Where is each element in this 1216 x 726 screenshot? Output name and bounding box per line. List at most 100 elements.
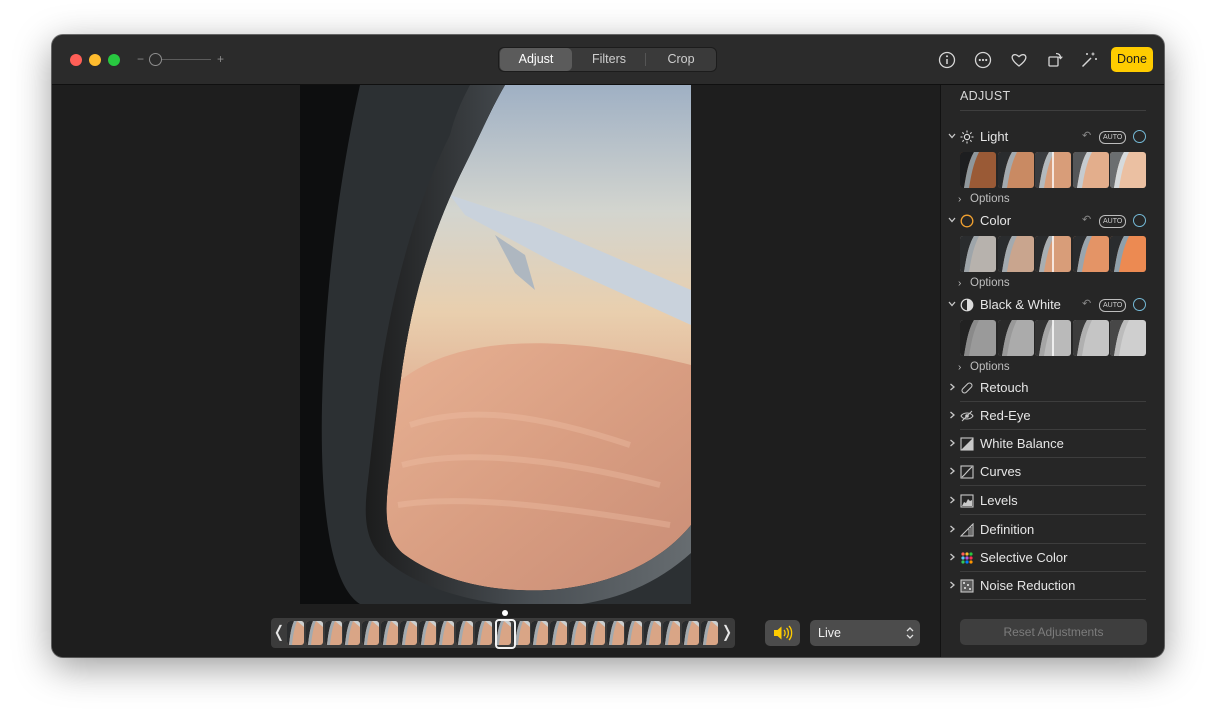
tool-white-balance-label: White Balance	[980, 436, 1064, 451]
zoom-knob[interactable]	[149, 53, 162, 66]
volume-button[interactable]	[765, 620, 800, 646]
section-light[interactable]: Light ↶ AUTO	[941, 127, 1164, 147]
enable-toggle[interactable]	[1133, 130, 1146, 143]
undo-icon[interactable]: ↶	[1082, 129, 1091, 142]
undo-icon[interactable]: ↶	[1082, 213, 1091, 226]
tool-definition[interactable]: Definition	[941, 516, 1164, 544]
sidebar-header: ADJUST	[960, 89, 1011, 103]
auto-button[interactable]: AUTO	[1099, 215, 1127, 228]
bw-thumb-2[interactable]	[997, 320, 1034, 356]
section-color[interactable]: Color ↶ AUTO	[941, 211, 1164, 231]
tab-crop[interactable]: Crop	[646, 48, 716, 71]
heart-icon[interactable]	[1009, 50, 1029, 70]
section-color-label: Color	[980, 213, 1012, 228]
tool-noise-reduction-label: Noise Reduction	[980, 578, 1076, 593]
tool-curves[interactable]: Curves	[941, 458, 1164, 486]
color-thumb-5[interactable]	[1110, 236, 1146, 272]
chevron-down-icon[interactable]	[947, 215, 957, 225]
chevron-down-icon[interactable]	[947, 299, 957, 309]
half-circle-icon	[960, 298, 974, 312]
speaker-icon	[774, 625, 793, 641]
live-mode-select[interactable]: Live	[810, 620, 920, 646]
bw-thumb-1[interactable]	[960, 320, 996, 356]
tab-filters[interactable]: Filters	[573, 48, 645, 71]
scrubber-start-handle[interactable]: ❬	[272, 618, 286, 648]
adjust-sidebar: ADJUST Light ↶ AUTO › Options Color ↶ AU…	[940, 85, 1164, 657]
undo-icon[interactable]: ↶	[1082, 297, 1091, 310]
scrubber-frame	[381, 621, 398, 645]
tab-adjust[interactable]: Adjust	[500, 48, 572, 71]
tool-noise-reduction[interactable]: Noise Reduction	[941, 572, 1164, 600]
chevron-right-icon	[950, 496, 955, 504]
chevron-right-icon	[950, 439, 955, 447]
bw-options-toggle[interactable]: › Options	[958, 361, 1010, 373]
color-thumbnails	[960, 236, 1146, 272]
edit-mode-tabs: Adjust Filters Crop	[498, 47, 717, 72]
levels-icon	[960, 494, 974, 508]
bw-options-label: Options	[970, 361, 1010, 373]
rotate-icon[interactable]	[1045, 50, 1065, 70]
sidebar-divider	[960, 110, 1146, 111]
color-options-toggle[interactable]: › Options	[958, 277, 1010, 289]
light-options-toggle[interactable]: › Options	[958, 193, 1010, 205]
light-thumb-2[interactable]	[997, 152, 1034, 188]
white-balance-icon	[960, 437, 974, 451]
tool-selective-color[interactable]: Selective Color	[941, 544, 1164, 572]
chevron-right-icon: ›	[958, 194, 962, 205]
info-icon[interactable]	[937, 50, 957, 70]
section-black-white[interactable]: Black & White ↶ AUTO	[941, 295, 1164, 315]
bw-thumb-5[interactable]	[1110, 320, 1146, 356]
minimize-window-button[interactable]	[89, 54, 101, 66]
tool-white-balance[interactable]: White Balance	[941, 430, 1164, 458]
keyframe-indicator	[502, 610, 508, 616]
live-photo-scrubber[interactable]: ❬ ❭	[271, 618, 735, 649]
scrubber-frame	[343, 621, 361, 645]
zoom-out-icon: −	[137, 52, 145, 66]
color-thumb-3[interactable]	[1035, 236, 1071, 272]
eye-icon	[960, 410, 974, 422]
tool-red-eye[interactable]: Red-Eye	[941, 402, 1164, 430]
tool-retouch[interactable]: Retouch	[941, 374, 1164, 402]
scrubber-end-handle[interactable]: ❭	[720, 618, 734, 648]
light-thumb-4[interactable]	[1072, 152, 1109, 188]
light-thumbnails	[960, 152, 1146, 188]
scrubber-frame	[681, 621, 699, 645]
scrubber-selected-frame[interactable]	[495, 619, 516, 649]
light-thumb-3[interactable]	[1035, 152, 1071, 188]
tool-levels[interactable]: Levels	[941, 487, 1164, 515]
color-thumb-2[interactable]	[997, 236, 1034, 272]
enable-toggle[interactable]	[1133, 298, 1146, 311]
chevron-right-icon: ›	[958, 278, 962, 289]
photo-canvas: ❬ ❭ Live	[52, 85, 939, 657]
color-thumb-4[interactable]	[1072, 236, 1109, 272]
photos-edit-window: − + Adjust Filters Crop Done ❬ ❭ Live AD…	[52, 35, 1164, 657]
scrubber-frame	[437, 621, 455, 645]
chevron-right-icon	[950, 383, 955, 391]
auto-button[interactable]: AUTO	[1099, 299, 1127, 312]
light-options-label: Options	[970, 193, 1010, 205]
close-window-button[interactable]	[70, 54, 82, 66]
chevron-down-icon[interactable]	[947, 131, 957, 141]
fullscreen-window-button[interactable]	[108, 54, 120, 66]
magic-wand-icon[interactable]	[1079, 50, 1099, 70]
zoom-slider[interactable]: − +	[135, 50, 227, 68]
tool-levels-label: Levels	[980, 493, 1018, 508]
bw-thumb-3[interactable]	[1035, 320, 1071, 356]
bw-thumb-4[interactable]	[1072, 320, 1109, 356]
more-icon[interactable]	[973, 50, 993, 70]
section-light-label: Light	[980, 129, 1009, 144]
light-thumb-5[interactable]	[1110, 152, 1146, 188]
bandage-icon	[961, 382, 973, 394]
light-thumb-1[interactable]	[960, 152, 996, 188]
reset-adjustments-button[interactable]: Reset Adjustments	[960, 619, 1147, 645]
scrubber-frame	[569, 621, 586, 645]
tool-red-eye-label: Red-Eye	[980, 408, 1031, 423]
tool-retouch-label: Retouch	[980, 380, 1029, 395]
photo-preview[interactable]	[300, 85, 691, 604]
enable-toggle[interactable]	[1133, 214, 1146, 227]
done-button[interactable]: Done	[1111, 47, 1153, 72]
color-thumb-1[interactable]	[960, 236, 996, 272]
definition-icon	[960, 523, 974, 537]
auto-button[interactable]: AUTO	[1099, 131, 1127, 144]
selective-color-icon	[961, 552, 973, 564]
